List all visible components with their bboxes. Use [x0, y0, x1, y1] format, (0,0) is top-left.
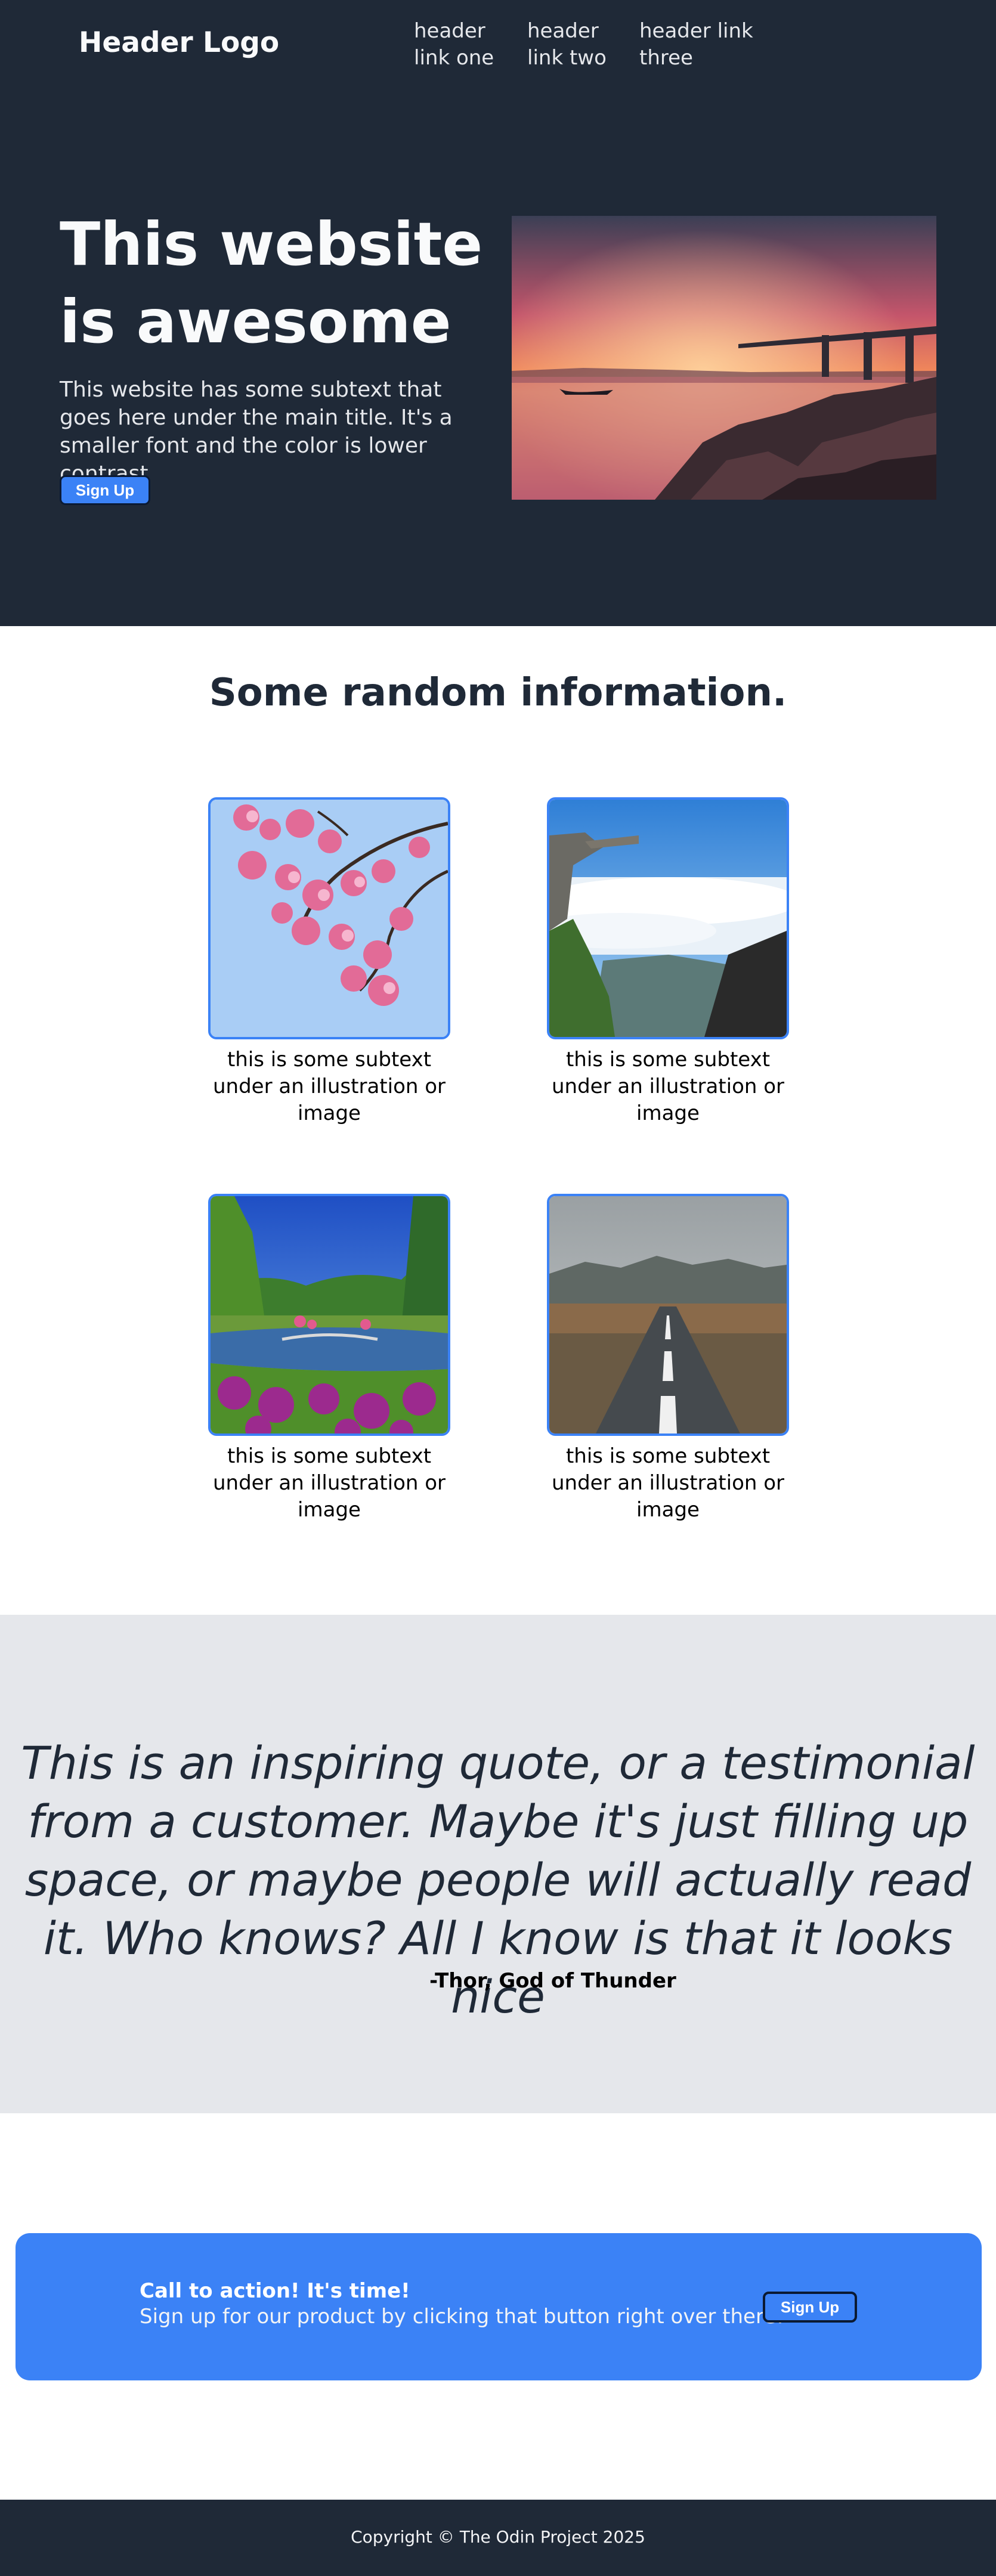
hero-sunset-image: [512, 216, 936, 500]
info-section-title: Some random information.: [209, 671, 787, 715]
call-to-action-banner: Call to action! It's time! Sign up for o…: [16, 2233, 982, 2380]
footer: Copyright © The Odin Project 2025: [0, 2500, 996, 2576]
hero-section: Header Logo header link one header link …: [0, 0, 996, 626]
cherry-blossom-image: [208, 797, 450, 1039]
hero-signup-button[interactable]: Sign Up: [60, 475, 150, 505]
info-card: this is some subtext under an illustrati…: [206, 1194, 452, 1524]
nav-link-three[interactable]: header link three: [639, 18, 759, 72]
hero-title: This website is awesome: [60, 209, 483, 357]
hero-subtitle: This website has some subtext that goes …: [60, 377, 453, 486]
info-card: this is some subtext under an illustrati…: [545, 797, 791, 1127]
nav-link-one[interactable]: header link one: [414, 18, 521, 72]
mountain-road-image: [547, 1194, 789, 1436]
nav-link-two[interactable]: header link two: [527, 18, 617, 72]
card-caption: this is some subtext under an illustrati…: [551, 1048, 785, 1125]
footer-copyright: Copyright © The Odin Project 2025: [351, 2527, 645, 2547]
header-logo[interactable]: Header Logo: [79, 26, 279, 59]
card-caption: this is some subtext under an illustrati…: [212, 1444, 446, 1522]
card-caption: this is some subtext under an illustrati…: [212, 1048, 446, 1125]
info-card: this is some subtext under an illustrati…: [206, 797, 452, 1127]
quote-author: -Thor, God of Thunder: [429, 1969, 676, 1993]
info-card: this is some subtext under an illustrati…: [545, 1194, 791, 1524]
quote-section: This is an inspiring quote, or a testimo…: [0, 1615, 996, 2113]
cliff-over-clouds-image: [547, 797, 789, 1039]
card-caption: this is some subtext under an illustrati…: [551, 1444, 785, 1522]
cta-subtitle: Sign up for our product by clicking that…: [140, 2305, 784, 2329]
cta-signup-button[interactable]: Sign Up: [763, 2292, 857, 2323]
cta-title: Call to action! It's time!: [140, 2279, 410, 2303]
garden-pond-image: [208, 1194, 450, 1436]
